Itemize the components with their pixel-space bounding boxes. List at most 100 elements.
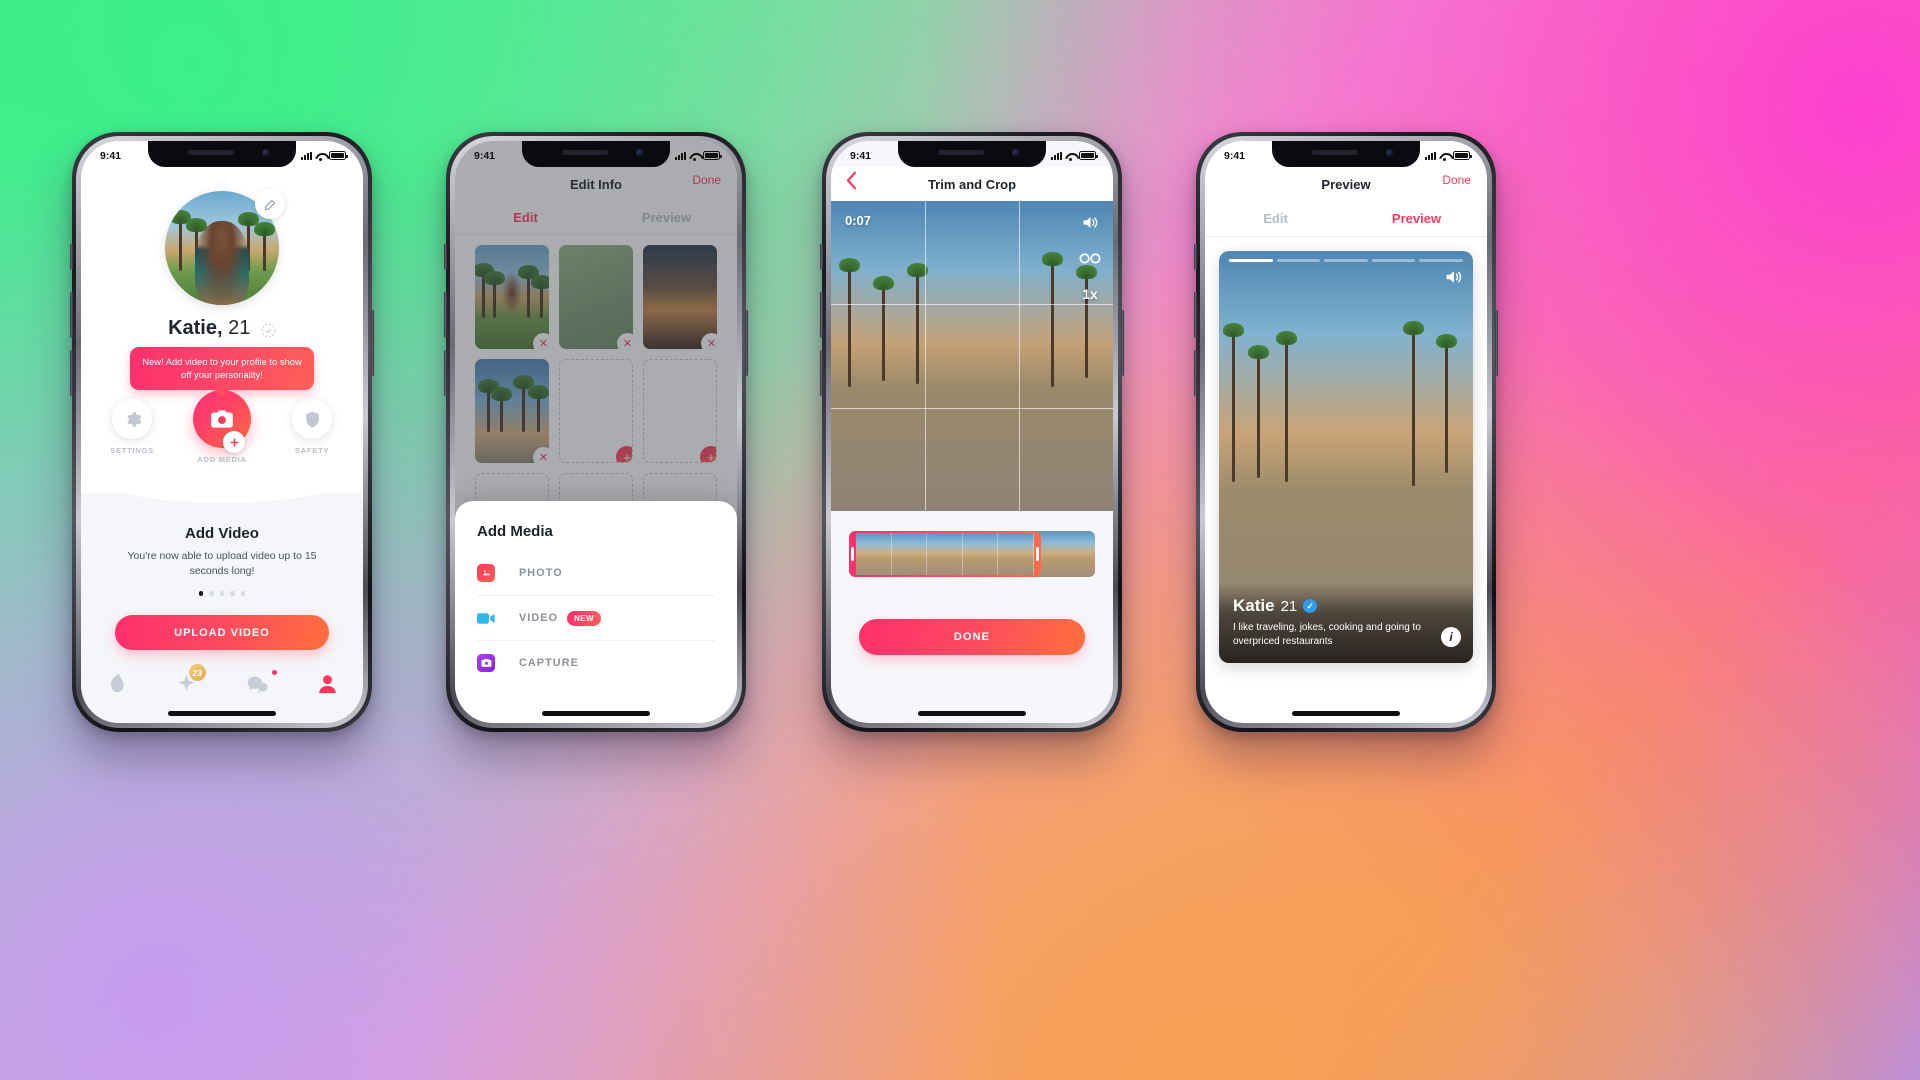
- sheet-item-label: PHOTO: [519, 566, 563, 579]
- volume-up-button[interactable]: [1194, 292, 1197, 338]
- mute-switch[interactable]: [820, 244, 823, 270]
- home-indicator[interactable]: [918, 711, 1026, 716]
- mute-switch[interactable]: [444, 244, 447, 270]
- avatar-person: [194, 220, 250, 305]
- speaker-icon[interactable]: [1445, 269, 1463, 289]
- volume-down-button[interactable]: [1194, 350, 1197, 396]
- nav-item-profile[interactable]: [293, 674, 364, 699]
- front-camera: [1386, 149, 1394, 157]
- home-indicator[interactable]: [542, 711, 650, 716]
- phone1-screen: 9:41 Katie, 21 New! Add video to your pr…: [81, 141, 363, 723]
- settings-button[interactable]: SETTINGS: [99, 399, 165, 455]
- nav-item-flame[interactable]: [81, 673, 152, 699]
- chat-icon: [246, 674, 269, 699]
- trim-handle-right[interactable]: [1035, 547, 1039, 561]
- power-button[interactable]: [745, 310, 748, 376]
- gear-icon: [112, 399, 152, 439]
- avatar[interactable]: [165, 189, 285, 305]
- notch: [898, 141, 1046, 167]
- power-button[interactable]: [1121, 310, 1124, 376]
- dashed-check-icon: [261, 321, 276, 338]
- carousel-dots[interactable]: [81, 591, 363, 596]
- sheet-item-label: VIDEO: [519, 612, 559, 624]
- safety-button[interactable]: SAFETY: [279, 399, 345, 455]
- wifi-icon: [315, 152, 326, 161]
- home-indicator[interactable]: [1292, 711, 1400, 716]
- tab-bar: Edit Preview: [1205, 201, 1487, 237]
- wifi-icon: [1065, 152, 1076, 161]
- sheet-item-video[interactable]: VIDEO NEW: [477, 595, 715, 640]
- power-button[interactable]: [371, 310, 374, 376]
- volume-down-button[interactable]: [820, 350, 823, 396]
- trim-handle-left[interactable]: [851, 547, 854, 561]
- speed-icon[interactable]: 1x: [1077, 283, 1103, 305]
- volume-up-button[interactable]: [444, 292, 447, 338]
- shield-icon: [292, 399, 332, 439]
- video-preview[interactable]: 0:07 1x: [831, 201, 1113, 511]
- card-name: Katie: [1233, 596, 1275, 616]
- volume-up-button[interactable]: [820, 292, 823, 338]
- volume-down-button[interactable]: [70, 350, 73, 396]
- mute-switch[interactable]: [70, 244, 73, 270]
- chevron-left-icon[interactable]: [845, 171, 858, 194]
- phone4-screen: Preview Done 9:41 Edit Preview Katie 21 …: [1205, 141, 1487, 723]
- video-tooltip: New! Add video to your profile to show o…: [130, 347, 314, 391]
- profile-preview-card[interactable]: Katie 21 ✓ I like traveling, jokes, cook…: [1219, 251, 1473, 663]
- volume-down-button[interactable]: [444, 350, 447, 396]
- bottom-nav: 23: [81, 664, 364, 707]
- card-info: Katie 21 ✓ I like traveling, jokes, cook…: [1219, 583, 1473, 663]
- image-icon: [477, 563, 495, 582]
- sheet-item-label: CAPTURE: [519, 657, 579, 669]
- loop-infinity-icon[interactable]: [1077, 247, 1103, 269]
- flame-icon: [107, 673, 126, 699]
- add-video-title: Add Video: [185, 525, 259, 542]
- cellular-signal-icon: [1425, 151, 1436, 160]
- wifi-icon: [689, 152, 700, 161]
- sparkle-badge: 23: [188, 664, 206, 681]
- trim-crop-header: Trim and Crop: [831, 167, 1113, 201]
- camera-icon: [477, 654, 495, 672]
- volume-up-button[interactable]: [70, 292, 73, 338]
- pencil-icon[interactable]: [255, 189, 285, 219]
- phone-trim-crop-screen: Trim and Crop 9:41 0:07 1x DONE: [820, 132, 1124, 732]
- plus-icon: [223, 431, 245, 453]
- earpiece-speaker: [1312, 150, 1358, 155]
- status-indicators: [1425, 151, 1472, 161]
- done-button[interactable]: Done: [1442, 173, 1471, 187]
- video-controls: 1x: [1077, 211, 1103, 305]
- power-button[interactable]: [1495, 310, 1498, 376]
- phone-edit-info-screen: Edit Info Done Edit Preview ✕ ✕ ✕ ✕ + + …: [444, 132, 748, 732]
- poster-stage: 9:41 Katie, 21 New! Add video to your pr…: [0, 0, 1920, 1080]
- status-time: 9:41: [474, 149, 496, 162]
- info-icon[interactable]: i: [1441, 627, 1461, 647]
- notch: [1272, 141, 1420, 167]
- earpiece-speaker: [188, 150, 234, 155]
- video-timestamp: 0:07: [845, 213, 872, 228]
- status-time: 9:41: [100, 149, 122, 162]
- tab-edit[interactable]: Edit: [1205, 201, 1346, 236]
- front-camera: [262, 149, 270, 157]
- trim-selection[interactable]: [849, 531, 1041, 577]
- battery-icon: [1453, 151, 1472, 160]
- cellular-signal-icon: [1051, 151, 1062, 160]
- add-media-button[interactable]: ADD MEDIA: [189, 390, 255, 464]
- sheet-item-photo[interactable]: PHOTO: [477, 550, 715, 595]
- page-title: Trim and Crop: [927, 176, 1017, 192]
- trim-timeline[interactable]: [849, 531, 1095, 577]
- done-button[interactable]: DONE: [859, 619, 1085, 655]
- sheet-item-capture[interactable]: CAPTURE: [477, 640, 715, 685]
- story-progress[interactable]: [1229, 259, 1463, 262]
- home-indicator[interactable]: [168, 711, 276, 716]
- nav-item-chat[interactable]: [222, 669, 293, 699]
- speaker-icon[interactable]: [1077, 211, 1103, 233]
- chat-unread-dot: [271, 669, 277, 675]
- status-indicators: [1051, 151, 1098, 161]
- nav-item-sparkle[interactable]: 23: [152, 664, 223, 699]
- upload-video-button[interactable]: UPLOAD VIDEO: [115, 615, 329, 650]
- card-age: 21: [1280, 597, 1298, 615]
- tab-preview[interactable]: Preview: [1346, 201, 1487, 236]
- mute-switch[interactable]: [1194, 244, 1197, 270]
- phone2-screen: Edit Info Done Edit Preview ✕ ✕ ✕ ✕ + + …: [455, 141, 737, 723]
- video-camera-icon: [477, 609, 495, 627]
- cellular-signal-icon: [301, 151, 312, 160]
